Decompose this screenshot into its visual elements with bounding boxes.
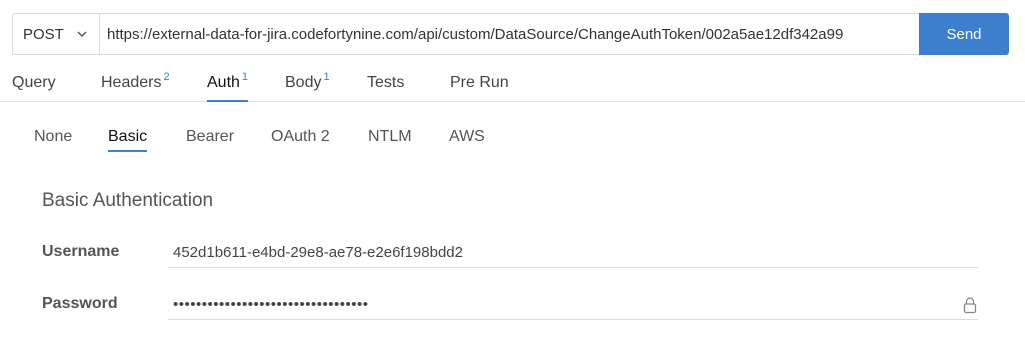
password-field[interactable]: •••••••••••••••••••••••••••••••••• xyxy=(168,290,978,320)
tab-body[interactable]: Body 1 xyxy=(285,71,330,102)
auth-tab-none-label: None xyxy=(34,128,73,145)
tab-query-label: Query xyxy=(12,74,56,91)
tab-query[interactable]: Query xyxy=(12,74,56,102)
tab-tests-label: Tests xyxy=(367,74,405,91)
username-field[interactable]: 452d1b611-e4bd-29e8-ae78-e2e6f198bdd2 xyxy=(168,238,978,268)
url-input[interactable]: https://external-data-for-jira.codeforty… xyxy=(99,13,919,55)
tab-tests[interactable]: Tests xyxy=(367,74,404,102)
auth-tab-basic-label: Basic xyxy=(108,128,148,145)
tab-auth[interactable]: Auth 1 xyxy=(207,71,249,102)
auth-tab-ntlm-label: NTLM xyxy=(368,128,412,145)
password-value: •••••••••••••••••••••••••••••••••• xyxy=(173,296,369,313)
request-bar: POST https://external-data-for-jira.code… xyxy=(12,13,1009,55)
tab-headers-label: Headers xyxy=(101,74,162,91)
method-label: POST xyxy=(23,25,64,43)
password-label: Password xyxy=(42,295,118,312)
tab-pre-run-label: Pre Run xyxy=(450,74,509,91)
section-heading: Basic Authentication xyxy=(42,190,214,211)
main-tab-bar: Query Headers 2 Auth 1 Body 1 Tests Pre Run xyxy=(0,62,1025,102)
url-text: https://external-data-for-jira.codeforty… xyxy=(107,25,844,43)
send-button[interactable]: Send xyxy=(919,13,1009,55)
tab-body-label: Body xyxy=(285,74,322,91)
auth-tab-aws-label: AWS xyxy=(449,128,485,145)
tab-headers[interactable]: Headers 2 xyxy=(101,71,170,102)
request-editor: POST https://external-data-for-jira.code… xyxy=(0,0,1025,355)
auth-tab-oauth2[interactable]: OAuth 2 xyxy=(271,128,330,152)
username-value: 452d1b611-e4bd-29e8-ae78-e2e6f198bdd2 xyxy=(173,244,463,261)
chevron-down-icon xyxy=(77,31,87,37)
auth-tab-basic[interactable]: Basic xyxy=(108,128,148,152)
send-button-label: Send xyxy=(946,25,982,43)
tab-auth-label: Auth xyxy=(207,74,240,91)
method-select[interactable]: POST xyxy=(12,13,99,55)
lock-icon[interactable] xyxy=(962,296,978,314)
auth-tab-ntlm[interactable]: NTLM xyxy=(368,128,412,152)
tab-auth-badge: 1 xyxy=(241,71,249,83)
auth-tab-none[interactable]: None xyxy=(34,128,72,152)
auth-tab-oauth2-label: OAuth 2 xyxy=(271,128,330,145)
auth-tab-bearer-label: Bearer xyxy=(186,128,235,145)
auth-tab-bearer[interactable]: Bearer xyxy=(186,128,234,152)
tab-body-badge: 1 xyxy=(323,71,330,83)
tab-pre-run[interactable]: Pre Run xyxy=(450,74,509,102)
tab-headers-badge: 2 xyxy=(163,71,170,83)
username-label: Username xyxy=(42,243,120,260)
auth-tab-aws[interactable]: AWS xyxy=(449,128,485,152)
